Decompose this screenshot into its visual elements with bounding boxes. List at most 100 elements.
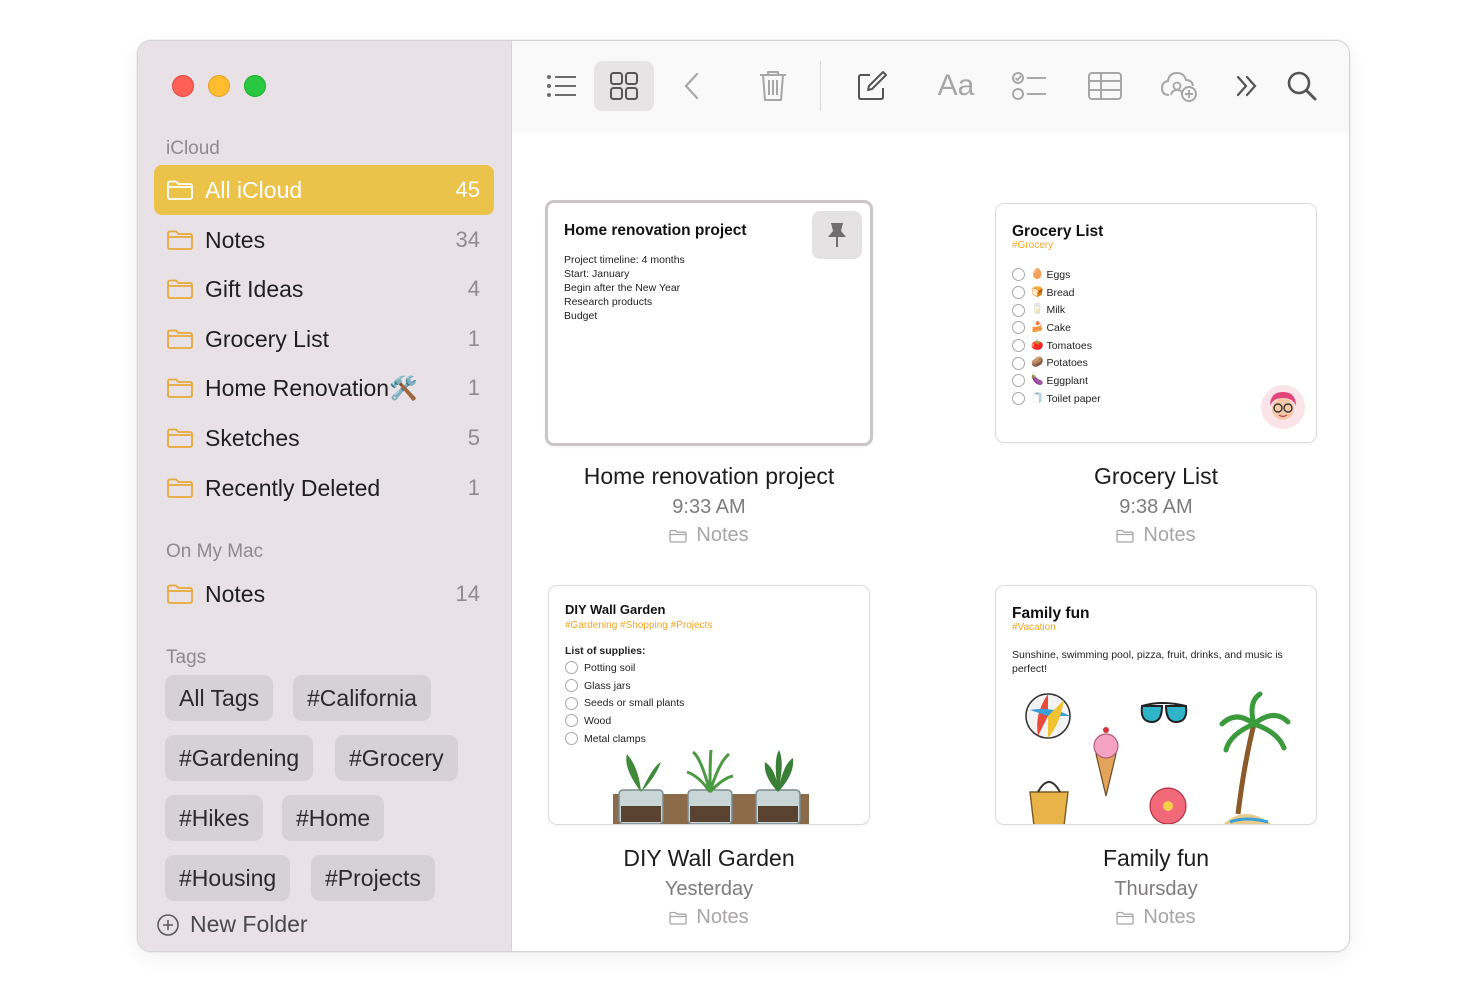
checklist-item[interactable]: Glass jars bbox=[565, 677, 684, 695]
note-title: Home renovation project bbox=[583, 463, 835, 489]
checkbox-circle[interactable] bbox=[565, 696, 578, 710]
item-label: Cake bbox=[1046, 321, 1071, 334]
checklist-item[interactable]: 🥛 Milk bbox=[1012, 301, 1101, 319]
card-checklist: 🥚 Eggs 🍞 Bread 🥛 Milk 🍰 Cake 🍅 Tomatoes 🥔 Pota… bbox=[1012, 266, 1101, 408]
tag-projects[interactable]: #Projects bbox=[311, 855, 435, 901]
checkbox-circle[interactable] bbox=[1012, 356, 1025, 370]
close-window-button[interactable] bbox=[172, 75, 194, 97]
checkbox-circle[interactable] bbox=[565, 661, 578, 675]
back-icon bbox=[684, 72, 699, 100]
card-line: Begin after the New Year bbox=[564, 282, 681, 294]
checklist-item[interactable]: 🧻 Toilet paper bbox=[1012, 390, 1101, 408]
item-emoji: 🥛 bbox=[1031, 304, 1044, 316]
note-time: Yesterday bbox=[664, 878, 754, 900]
checklist-item[interactable]: Metal clamps bbox=[565, 730, 684, 748]
item-label: Eggs bbox=[1046, 268, 1071, 281]
checklist-item[interactable]: 🍆 Eggplant bbox=[1012, 372, 1101, 390]
tag-gardening[interactable]: #Gardening bbox=[165, 735, 314, 781]
folder-sketches[interactable]: Sketches 5 bbox=[154, 413, 494, 463]
collaborate-icon bbox=[1160, 71, 1197, 102]
card-body: Project timeline: 4 months Start: Januar… bbox=[564, 253, 685, 323]
folder-icon bbox=[167, 180, 193, 200]
pin-badge[interactable] bbox=[812, 211, 862, 259]
table-button[interactable] bbox=[1075, 61, 1135, 111]
card-line: Start: January bbox=[564, 268, 630, 280]
checkbox-circle[interactable] bbox=[1012, 321, 1025, 335]
note-folder: Notes bbox=[956, 524, 1349, 547]
note-folder-name: Notes bbox=[1143, 906, 1196, 928]
folder-mac-notes[interactable]: Notes 14 bbox=[154, 569, 494, 619]
card-line: Project timeline: 4 months bbox=[564, 254, 685, 266]
tag-home[interactable]: #Home bbox=[282, 795, 385, 841]
icloud-section-label: iCloud bbox=[166, 138, 220, 159]
checklist-item[interactable]: Wood bbox=[565, 712, 684, 730]
card-tag-line: #Gardening #Shopping #Projects bbox=[565, 620, 713, 631]
checklist-item[interactable]: 🥚 Eggs bbox=[1012, 266, 1101, 284]
folder-count: 14 bbox=[455, 581, 480, 606]
collaborator-avatar-icon bbox=[1261, 385, 1305, 429]
new-note-button[interactable] bbox=[842, 61, 902, 111]
checkbox-circle[interactable] bbox=[565, 714, 578, 728]
collaborate-button[interactable] bbox=[1149, 61, 1209, 111]
folder-icon bbox=[167, 478, 193, 498]
toolbar-separator bbox=[820, 61, 821, 111]
list-view-button[interactable] bbox=[532, 61, 592, 111]
item-emoji: 🥔 bbox=[1031, 357, 1044, 369]
item-emoji: 🍆 bbox=[1031, 374, 1044, 386]
folder-small-icon bbox=[1116, 529, 1135, 543]
plant-jars-illustration-icon bbox=[613, 749, 809, 824]
tag-all-tags[interactable]: All Tags bbox=[165, 675, 274, 721]
compose-icon bbox=[858, 71, 887, 100]
checkbox-circle[interactable] bbox=[565, 679, 578, 693]
checkbox-circle[interactable] bbox=[1012, 392, 1025, 406]
checklist-item[interactable]: Seeds or small plants bbox=[565, 694, 684, 712]
checklist-item[interactable]: 🥔 Potatoes bbox=[1012, 354, 1101, 372]
new-folder-button[interactable]: New Folder bbox=[156, 911, 308, 938]
card-checklist: Potting soil Glass jars Seeds or small p… bbox=[565, 659, 684, 747]
item-label: Glass jars bbox=[584, 679, 631, 692]
zoom-window-button[interactable] bbox=[244, 75, 266, 97]
back-button[interactable] bbox=[662, 61, 722, 111]
checklist-item[interactable]: 🍞 Bread bbox=[1012, 284, 1101, 302]
folder-icon bbox=[167, 329, 193, 349]
delete-button[interactable] bbox=[743, 61, 803, 111]
tag-hikes[interactable]: #Hikes bbox=[165, 795, 264, 841]
minimize-window-button[interactable] bbox=[208, 75, 230, 97]
checkbox-circle[interactable] bbox=[1012, 286, 1025, 300]
folder-name: Home Renovation🛠️ bbox=[205, 374, 418, 401]
gallery-view-button[interactable] bbox=[594, 61, 654, 111]
checkbox-circle[interactable] bbox=[1012, 374, 1025, 388]
search-button[interactable] bbox=[1272, 61, 1332, 111]
card-title: Grocery List bbox=[1012, 223, 1104, 240]
folder-all-icloud[interactable]: All iCloud 45 bbox=[154, 165, 494, 215]
item-emoji: 🧻 bbox=[1031, 392, 1044, 404]
folder-notes[interactable]: Notes 34 bbox=[154, 215, 494, 265]
folder-grocery-list[interactable]: Grocery List 1 bbox=[154, 314, 494, 364]
tag-california[interactable]: #California bbox=[293, 675, 431, 721]
on-my-mac-section-label: On My Mac bbox=[166, 541, 264, 562]
checkbox-circle[interactable] bbox=[1012, 339, 1025, 353]
folder-recently-deleted[interactable]: Recently Deleted 1 bbox=[154, 463, 494, 513]
folder-icon bbox=[167, 428, 193, 448]
note-card-diy-wall-garden[interactable]: DIY Wall Garden #Gardening #Shopping #Pr… bbox=[548, 585, 870, 825]
more-tools-button[interactable] bbox=[1217, 61, 1277, 111]
checkbox-circle[interactable] bbox=[565, 732, 578, 746]
note-card-grocery-list[interactable]: Grocery List #Grocery 🥚 Eggs 🍞 Bread 🥛 Milk… bbox=[995, 203, 1317, 443]
card-tag-line: #Vacation bbox=[1012, 622, 1056, 633]
checklist-item[interactable]: Potting soil bbox=[565, 659, 684, 677]
note-card-home-renovation[interactable]: Home renovation project Project timeline… bbox=[545, 200, 873, 446]
checklist-item[interactable]: 🍅 Tomatoes bbox=[1012, 337, 1101, 355]
note-card-family-fun[interactable]: Family fun #Vacation Sunshine, swimming … bbox=[995, 585, 1317, 825]
toolbar: Aa bbox=[512, 41, 1349, 133]
card-title: Home renovation project bbox=[564, 222, 747, 239]
tag-housing[interactable]: #Housing bbox=[165, 855, 291, 901]
item-label: Potting soil bbox=[584, 661, 636, 674]
checklist-item[interactable]: 🍰 Cake bbox=[1012, 319, 1101, 337]
checklist-button[interactable] bbox=[1000, 61, 1060, 111]
format-button[interactable]: Aa bbox=[926, 61, 986, 111]
folder-gift-ideas[interactable]: Gift Ideas 4 bbox=[154, 264, 494, 314]
folder-home-renovation[interactable]: Home Renovation🛠️ 1 bbox=[154, 363, 494, 413]
tag-grocery[interactable]: #Grocery bbox=[335, 735, 458, 781]
checkbox-circle[interactable] bbox=[1012, 268, 1025, 282]
checkbox-circle[interactable] bbox=[1012, 303, 1025, 317]
